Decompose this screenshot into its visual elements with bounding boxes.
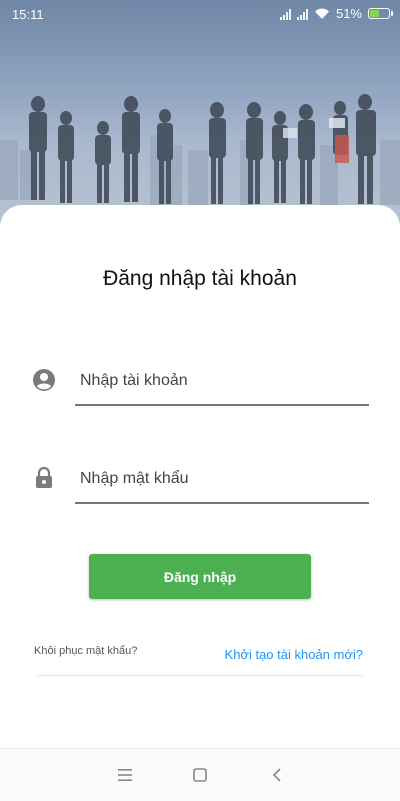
divider <box>37 675 363 676</box>
battery-percent: 51% <box>335 6 362 21</box>
signal-icon <box>279 8 291 20</box>
back-button[interactable] <box>257 749 297 801</box>
username-underline <box>75 404 369 406</box>
home-square-icon <box>193 768 207 782</box>
status-time: 15:11 <box>12 7 44 22</box>
password-underline <box>75 502 369 504</box>
password-field <box>32 459 370 509</box>
create-account-link[interactable]: Khởi tạo tài khoản mới? <box>225 647 363 662</box>
back-icon <box>272 768 281 782</box>
forgot-password-link[interactable]: Khôi phục mật khẩu? <box>34 645 137 657</box>
signal-icon <box>296 8 308 20</box>
menu-icon <box>118 769 132 781</box>
page-title: Đăng nhập tài khoản <box>103 267 297 290</box>
username-field <box>32 361 370 411</box>
system-nav-bar <box>0 748 400 801</box>
battery-charging-icon <box>368 8 393 19</box>
login-button[interactable]: Đăng nhập <box>89 554 311 599</box>
menu-button[interactable] <box>105 749 145 801</box>
home-button[interactable] <box>180 749 220 801</box>
login-card: Đăng nhập tài khoản Đăng nhập Khôi phục … <box>0 205 400 800</box>
password-input[interactable] <box>75 459 369 499</box>
account-circle-icon <box>33 369 55 391</box>
business-people-skyline-image <box>0 94 400 205</box>
wifi-icon <box>314 8 329 19</box>
lock-icon <box>36 466 52 488</box>
username-input[interactable] <box>75 361 369 401</box>
header-photo <box>0 0 400 240</box>
status-bar: 15:11 51% <box>0 0 400 30</box>
